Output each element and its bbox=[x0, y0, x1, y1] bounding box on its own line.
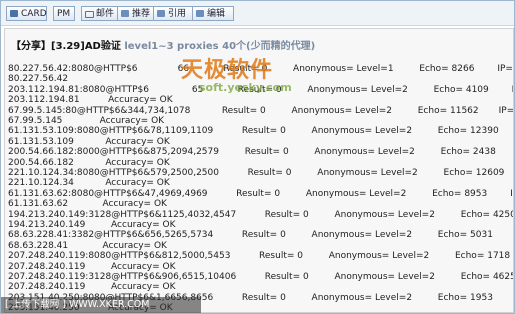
edit-button-label: 编辑 bbox=[207, 9, 226, 19]
proxy-line: 221.10.124.34 Accuracy= OK bbox=[8, 178, 170, 189]
edit-icon bbox=[196, 10, 204, 17]
post-frame: CARD PM 邮件 推荐 引用 编辑 【分享】[3.29]AD验证 level… bbox=[0, 0, 515, 314]
quote-button[interactable]: 引用 bbox=[153, 6, 195, 21]
edit-button[interactable]: 编辑 bbox=[192, 6, 234, 21]
proxy-line: 207.248.240.119:8080@HTTP$6&812,5000,545… bbox=[8, 251, 514, 262]
post-title-prefix: 【分享】[3.29]AD验证 bbox=[11, 41, 125, 52]
proxy-line: 194.213.240.149:3128@HTTP$6&1125,4032,45… bbox=[8, 209, 514, 220]
post-title-rest: level1~3 proxies 40个(少而精的代理) bbox=[124, 41, 316, 52]
proxy-line: 67.99.5.145 Accuracy= OK bbox=[8, 116, 165, 126]
proxy-line: 61.131.63.62 Accuracy= OK bbox=[8, 199, 167, 210]
proxy-line: 68.63.228.41:3382@HTTP$6&656,5265,5734 R… bbox=[8, 230, 514, 241]
card-button[interactable]: CARD bbox=[6, 6, 47, 21]
card-icon bbox=[10, 10, 18, 17]
post-toolbar: CARD PM 邮件 推荐 引用 编辑 bbox=[1, 1, 514, 26]
recommend-icon bbox=[121, 10, 129, 17]
card-button-label: CARD bbox=[21, 9, 47, 19]
proxy-line: 207.248.240.119 Accuracy= OK bbox=[8, 261, 176, 272]
proxy-line: 221.10.124.34:8080@HTTP$6&579,2500,2500 … bbox=[8, 168, 514, 178]
proxy-line: 61.131.53.109 Accuracy= OK bbox=[8, 136, 170, 147]
proxy-line: 207.248.240.119 Accuracy= OK bbox=[8, 282, 176, 293]
proxy-line: 80.227.56.42 bbox=[8, 74, 69, 85]
mail-icon bbox=[85, 11, 94, 18]
quote-button-label: 引用 bbox=[168, 9, 187, 19]
post-title: 【分享】[3.29]AD验证 level1~3 proxies 40个(少而精的… bbox=[11, 37, 315, 52]
watermark-logo-cn: 天极软件 bbox=[181, 58, 274, 83]
proxy-line: 68.63.228.41 Accuracy= OK bbox=[8, 240, 167, 251]
watermark-logo-en: soft.yesky.com bbox=[199, 81, 292, 94]
proxy-line: 61.131.53.109:8080@HTTP$6&78,1109,1109 R… bbox=[8, 126, 514, 137]
post-content: 【分享】[3.29]AD验证 level1~3 proxies 40个(少而精的… bbox=[4, 28, 514, 313]
proxy-line: 203.112.194.81 Accuracy= OK bbox=[8, 95, 173, 106]
proxy-line: 207.248.240.119:3128@HTTP$6&906,6515,104… bbox=[8, 272, 514, 282]
site-watermark: [ 上传下载网 ] WWW.XKER.COM bbox=[1, 297, 201, 313]
proxy-line: 67.99.5.145:80@HTTP$6&344,734,1078 Resul… bbox=[8, 105, 514, 116]
pm-button[interactable]: PM bbox=[53, 6, 75, 21]
email-button-label: 邮件 bbox=[96, 9, 115, 19]
proxy-line: 61.131.63.62:8080@HTTP$6&47,4969,4969 Re… bbox=[8, 188, 514, 199]
proxy-line: 200.54.66.182 Accuracy= OK bbox=[8, 157, 170, 168]
proxy-line: 194.213.240.149 Accuracy= OK bbox=[8, 220, 176, 230]
proxy-line: 200.54.66.182:8000@HTTP$6&875,2094,2579 … bbox=[8, 147, 514, 158]
pm-button-label: PM bbox=[57, 9, 71, 19]
quote-icon bbox=[157, 10, 165, 17]
recommend-button-label: 推荐 bbox=[132, 9, 151, 19]
